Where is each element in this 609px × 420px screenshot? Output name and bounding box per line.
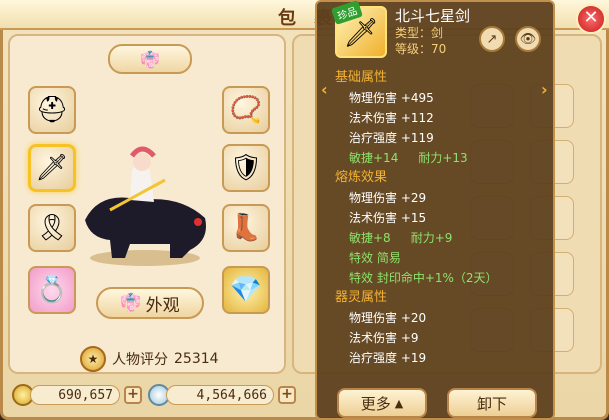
belt-icon: 🎗 <box>35 213 69 243</box>
robe-icon: 👘 <box>140 49 160 69</box>
score-value: 25314 <box>174 351 219 367</box>
effect-simple: 特效 简易 <box>349 251 401 265</box>
stat-physical-dmg: 物理伤害 +495 <box>349 91 434 105</box>
item-name: 北斗七星剑 <box>395 7 471 25</box>
silver-amount: 4,564,666 <box>166 385 274 405</box>
stat-agility-stamina: 敏捷+14 耐力+13 <box>335 148 545 168</box>
stat-physical-dmg: 物理伤害 +20 <box>349 311 427 325</box>
ring-icon: 💍 <box>35 275 69 305</box>
appearance-button[interactable]: 👘 外观 <box>96 287 204 319</box>
character-score: ★ 人物评分 25314 <box>80 346 219 372</box>
stat-agility-stamina: 敏捷+8 耐力+9 <box>335 228 545 248</box>
helmet-icon: ⛑ <box>35 95 69 125</box>
silver-currency: 4,564,666 + <box>148 384 296 406</box>
eye-icon: 👁 <box>519 31 537 47</box>
stat-stamina: 耐力+13 <box>418 151 468 165</box>
share-button[interactable]: ↗ <box>479 26 505 52</box>
stat-physical-dmg: 物理伤害 +29 <box>349 191 427 205</box>
appearance-label: 外观 <box>145 295 180 316</box>
item-level: 等级：70 <box>395 42 447 56</box>
stat-stamina: 耐力+9 <box>410 231 453 245</box>
more-button[interactable]: 更多 ▲ <box>337 388 427 418</box>
effect-seal-hit: 特效 封印命中+1%（2天） <box>349 271 498 285</box>
close-button[interactable]: ✕ <box>576 4 606 34</box>
necklace-icon: 📿 <box>229 95 263 125</box>
preview-button[interactable]: 👁 <box>515 26 541 52</box>
share-icon: ↗ <box>486 31 498 47</box>
section-title-spirit: 器灵属性 <box>335 290 388 305</box>
stat-magic-dmg: 法术伤害 +112 <box>349 111 434 125</box>
gold-amount: 690,657 <box>30 385 120 405</box>
equip-slot-weapon[interactable]: 🗡 <box>28 144 76 192</box>
armor-icon: 🛡 <box>229 153 263 183</box>
section-title-refine: 熔炼效果 <box>335 170 388 185</box>
caret-up-icon: ▲ <box>394 396 404 410</box>
equip-slot-gem[interactable]: 💎 <box>222 266 270 314</box>
stat-agility: 敏捷+14 <box>349 151 399 165</box>
sword-icon: 🗡 <box>35 153 69 183</box>
equip-slot-ring[interactable]: 💍 <box>28 266 76 314</box>
section-title-base: 基础属性 <box>335 70 388 85</box>
item-stats: 基础属性 物理伤害 +495 法术伤害 +112 治疗强度 +119 敏捷+14… <box>335 68 545 368</box>
item-type: 类型：剑 <box>395 26 444 40</box>
score-label: 人物评分 <box>112 352 168 368</box>
robe-icon: 👘 <box>120 293 142 313</box>
score-medal-icon: ★ <box>80 346 106 372</box>
prev-arrow-icon[interactable]: ‹ <box>321 80 328 99</box>
stat-heal: 治疗强度 +119 <box>349 131 434 145</box>
robe-tab-button[interactable]: 👘 <box>108 44 192 74</box>
equip-slot-armor[interactable]: 🛡 <box>222 144 270 192</box>
boots-icon: 👢 <box>229 213 263 243</box>
stat-magic-dmg: 法术伤害 +15 <box>349 211 427 225</box>
equip-slot-belt[interactable]: 🎗 <box>28 204 76 252</box>
gold-currency: 690,657 + <box>12 384 142 406</box>
equip-slot-necklace[interactable]: 📿 <box>222 86 270 134</box>
stat-magic-dmg: 法术伤害 +9 <box>349 331 419 345</box>
unequip-button[interactable]: 卸下 <box>447 388 537 418</box>
stat-heal: 治疗强度 +19 <box>349 351 427 365</box>
add-gold-button[interactable]: + <box>124 386 142 404</box>
equip-slot-boots[interactable]: 👢 <box>222 204 270 252</box>
unequip-label: 卸下 <box>476 394 507 413</box>
add-silver-button[interactable]: + <box>278 386 296 404</box>
gem-icon: 💎 <box>229 275 263 305</box>
character-mount-figure <box>85 146 206 266</box>
stat-agility: 敏捷+8 <box>349 231 391 245</box>
equip-slot-helmet[interactable]: ⛑ <box>28 86 76 134</box>
more-label: 更多 <box>360 394 391 413</box>
item-tooltip: 🗡 珍品 北斗七星剑 类型：剑 等级：70 ↗ 👁 ‹ › 基础属性 物理伤害 … <box>315 0 555 420</box>
